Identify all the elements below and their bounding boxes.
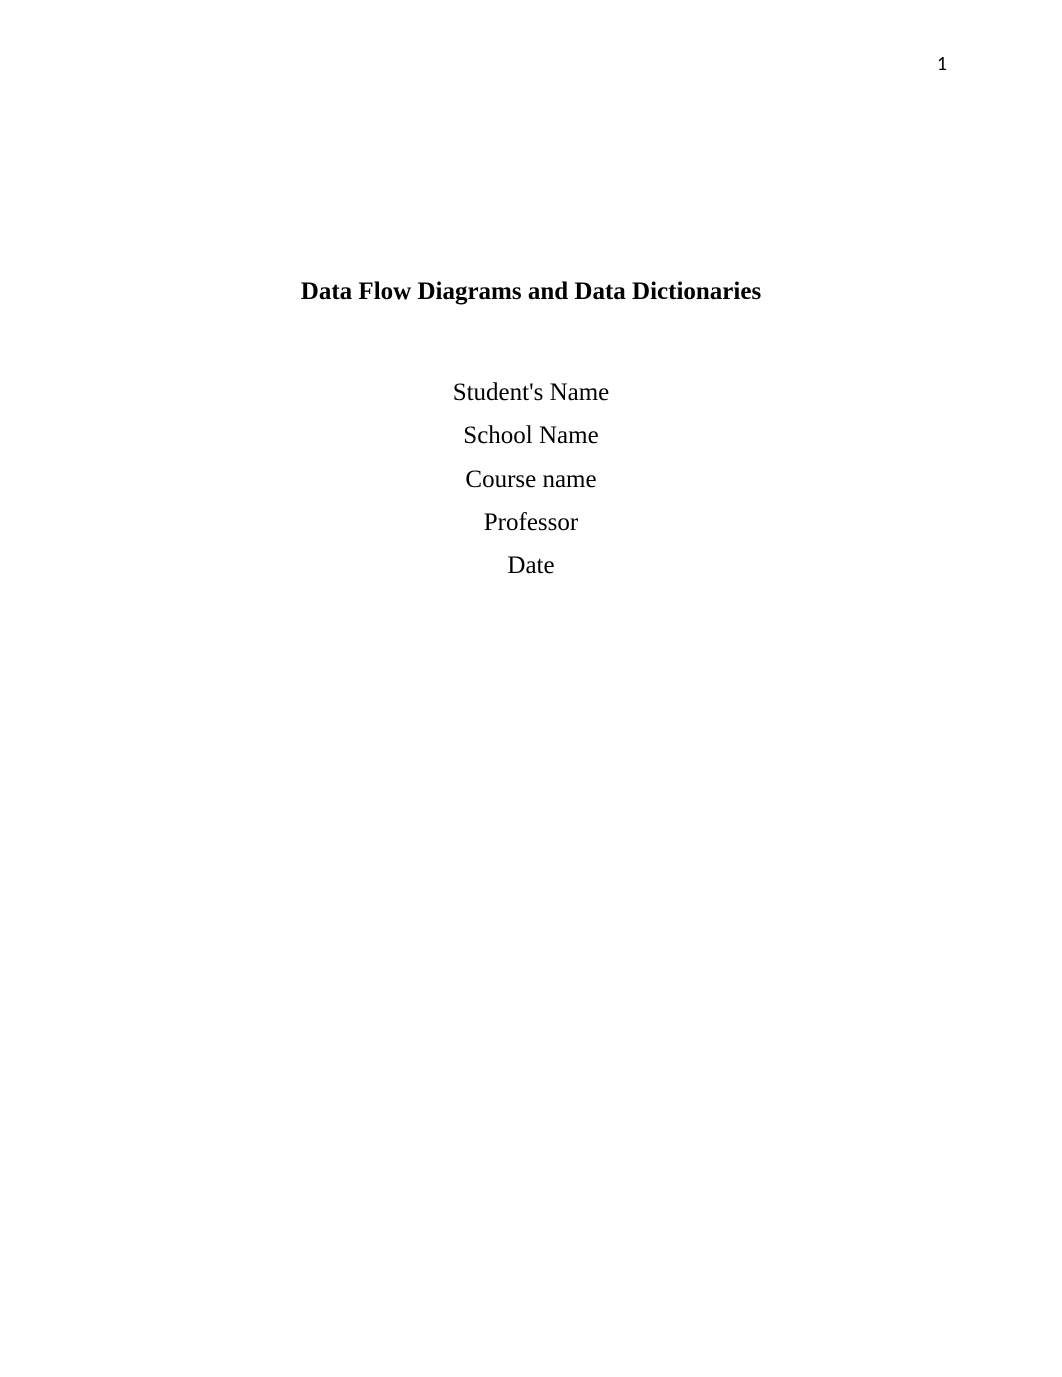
document-title: Data Flow Diagrams and Data Dictionaries <box>0 278 1062 306</box>
professor-line: Professor <box>0 510 1062 536</box>
course-name-line: Course name <box>0 467 1062 493</box>
student-name-line: Student's Name <box>0 380 1062 406</box>
document-content: Data Flow Diagrams and Data Dictionaries… <box>0 278 1062 596</box>
document-page: 1 Data Flow Diagrams and Data Dictionari… <box>0 0 1062 1377</box>
school-name-line: School Name <box>0 423 1062 449</box>
page-number: 1 <box>937 52 947 76</box>
date-line: Date <box>0 553 1062 579</box>
